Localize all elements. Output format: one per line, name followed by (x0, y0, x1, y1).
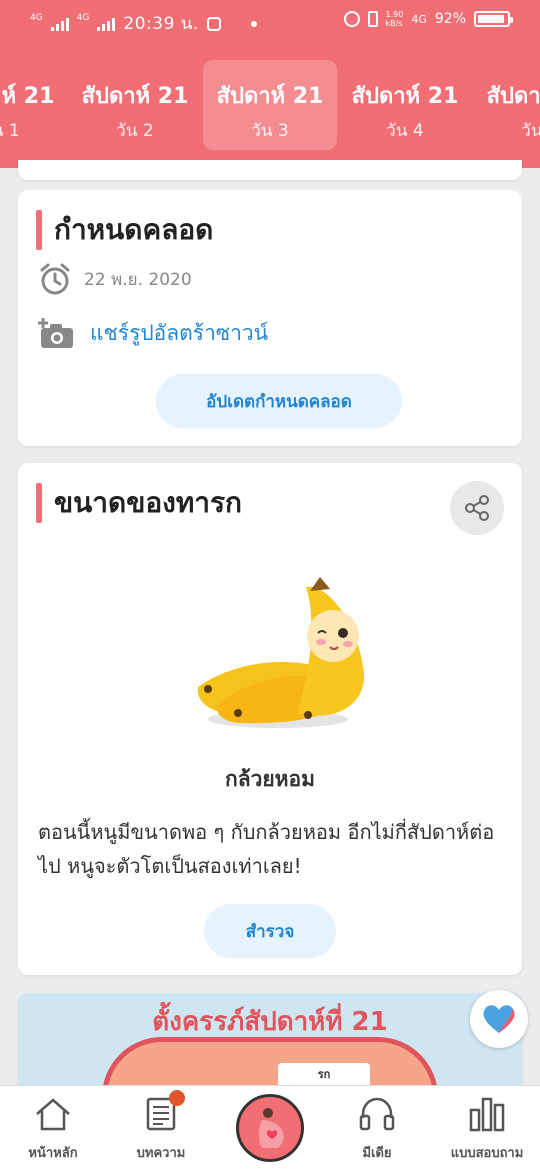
baby-size-description: ตอนนี้หนูมีขนาดพอ ๆ กับกล้วยหอม อีกไม่กี… (38, 820, 495, 878)
alarm-clock-icon (40, 263, 70, 295)
tab-day-4[interactable]: สัปดาห์ 21 วัน 4 (338, 60, 472, 150)
pregnancy-icon (259, 1108, 284, 1148)
nav-media-label: มีเดีย (362, 1146, 392, 1161)
battery-percent: 92% (434, 11, 466, 27)
due-date-title: กำหนดคลอด (54, 213, 214, 246)
nav-pregnancy[interactable] (236, 1094, 304, 1162)
update-due-date-button[interactable]: อัปเดตกำหนดคลอด (156, 374, 402, 428)
baby-size-card: ขนาดของทารก กล้วยหอม ตอนนี้หนูมีขนาดพอ ๆ… (18, 463, 522, 975)
promo-title: ตั้งครรภ์สัปดาห์ที่ 21 (152, 1007, 388, 1037)
network-speed-unit: kB/s (385, 19, 403, 28)
favorite-heart-button[interactable] (470, 990, 528, 1048)
tab-week-label: สัปดาห์ 21 (216, 84, 324, 109)
notification-dot-icon (250, 20, 257, 27)
baby-size-title: ขนาดของทารก (54, 486, 242, 519)
share-button[interactable] (450, 481, 504, 535)
network-label-2: 4G (76, 12, 90, 23)
network-label-3: 4G (411, 12, 427, 26)
tab-day-label: วัน 2 (116, 121, 154, 141)
day-tabs: สัปดาห์ 21 วัน 1 สัปดาห์ 21 วัน 2 สัปดาห… (0, 60, 540, 152)
promo-label: รก (278, 1063, 370, 1087)
tab-day-label: วัน 5 (521, 121, 540, 141)
promo-banner[interactable]: ตั้งครรภ์สัปดาห์ที่ 21 รก (18, 993, 522, 1093)
banana-illustration (197, 577, 365, 728)
tab-day-5[interactable]: สัปดาห์ 21 วัน 5 (473, 60, 540, 150)
signal-icon (50, 17, 69, 31)
due-date-value: 22 พ.ย. 2020 (84, 269, 192, 290)
battery-icon (474, 11, 513, 27)
explore-button[interactable]: สำรวจ (204, 904, 336, 958)
share-ultrasound-link[interactable]: แชร์รูปอัลตร้าซาวน์ (90, 317, 268, 350)
heart-icon (483, 1005, 515, 1033)
nav-articles[interactable]: บทความ (116, 1090, 206, 1163)
nav-poll-label: แบบสอบถาม (450, 1146, 524, 1161)
tab-week-label: สัปดาห์ 21 (81, 84, 189, 109)
nav-media[interactable]: มีเดีย (332, 1096, 422, 1163)
fruit-name: กล้วยหอม (225, 767, 315, 791)
title-accent-bar (36, 483, 42, 523)
home-icon (36, 1098, 70, 1131)
status-bar: 4G 4G 20:39 น. 1.90 kB/s 4G 92% (0, 0, 540, 42)
nav-articles-label: บทความ (136, 1146, 186, 1161)
share-icon (465, 495, 489, 521)
due-date-row: 22 พ.ย. 2020 (38, 262, 192, 296)
tab-day-label: วัน 4 (386, 121, 424, 141)
tab-day-1[interactable]: สัปดาห์ 21 วัน 1 (0, 60, 68, 150)
instagram-icon (206, 16, 221, 31)
poll-icon (469, 1097, 505, 1132)
notification-badge (169, 1090, 185, 1106)
nav-home[interactable]: หน้าหลัก (8, 1096, 98, 1163)
tab-day-label: วัน 3 (251, 121, 289, 141)
title-accent-bar (36, 210, 42, 250)
headphones-icon (359, 1097, 395, 1131)
vibrate-icon (367, 11, 378, 27)
nav-poll[interactable]: แบบสอบถาม (442, 1096, 532, 1163)
add-photo-icon (38, 318, 73, 348)
tab-week-label: สัปดาห์ 21 (486, 84, 540, 109)
nav-home-label: หน้าหลัก (28, 1146, 78, 1161)
tab-week-label: สัปดาห์ 21 (0, 84, 55, 109)
tab-day-3[interactable]: สัปดาห์ 21 วัน 3 (203, 60, 337, 150)
tab-day-2[interactable]: สัปดาห์ 21 วัน 2 (68, 60, 202, 150)
bottom-nav: หน้าหลัก บทความ มีเดีย แบบสอบถาม (0, 1085, 540, 1170)
due-date-card: กำหนดคลอด 22 พ.ย. 2020 แชร์รูปอัลตร้าซาว… (18, 190, 522, 446)
alarm-icon (343, 11, 360, 27)
network-speed: 1.90 (385, 10, 404, 19)
due-date-title-row: กำหนดคลอด (36, 208, 213, 252)
app-header: 4G 4G 20:39 น. 1.90 kB/s 4G 92% สัปดาห์ … (0, 0, 540, 168)
status-time: 20:39 น. (123, 14, 199, 34)
tab-week-label: สัปดาห์ 21 (351, 84, 459, 109)
share-ultrasound-row[interactable]: แชร์รูปอัลตร้าซาวน์ (38, 316, 268, 350)
signal-icon-2 (97, 17, 116, 31)
baby-size-title-row: ขนาดของทารก (36, 481, 242, 525)
tab-day-label: วัน 1 (0, 121, 20, 141)
network-label-1: 4G (30, 12, 43, 23)
previous-card (18, 160, 522, 180)
